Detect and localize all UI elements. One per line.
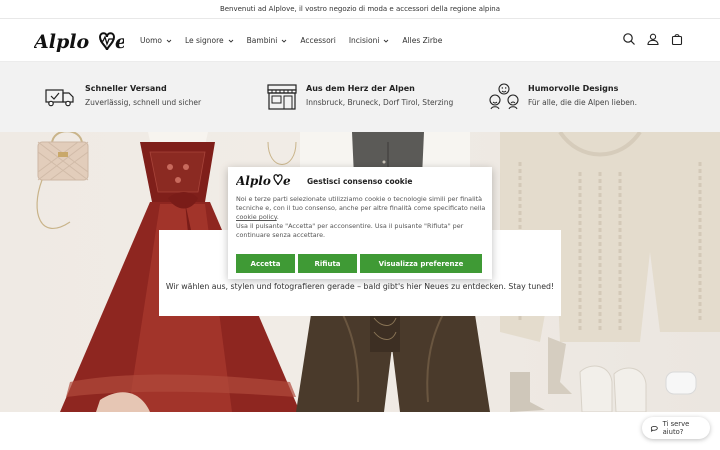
svg-text:Alplo: Alplo — [34, 31, 89, 53]
nav-item-label: Alles Zirbe — [402, 36, 443, 45]
cart-icon[interactable] — [670, 32, 684, 46]
nav-item-label: Accessori — [300, 36, 336, 45]
cookie-consent-dialog: Alplo e Gestisci consenso cookie Noi e t… — [228, 167, 492, 279]
svg-text:e: e — [115, 31, 124, 53]
feature-subtitle: Zuverlässig, schnell und sicher — [85, 98, 202, 107]
alplove-logo: Alplo e — [236, 174, 291, 188]
nav-item-label: Le signore — [184, 36, 224, 45]
cookie-policy-link[interactable]: cookie policy — [236, 213, 277, 221]
help-chat-button[interactable]: Ti serve aiuto? — [642, 417, 710, 439]
feature-title: Humorvolle Designs — [528, 84, 619, 93]
chevron-down-icon — [282, 39, 287, 43]
feature-title: Schneller Versand — [85, 84, 167, 93]
site-header: Alplo e Uomo Le signore Bambini Accessori In… — [0, 19, 720, 62]
nav-item-accessori[interactable]: Accessori — [300, 36, 335, 45]
help-label: Ti serve aiuto? — [662, 420, 690, 436]
cookie-dialog-title: Gestisci consenso cookie — [307, 177, 413, 186]
storefront-icon — [267, 84, 297, 110]
page-content-below — [0, 412, 720, 450]
chat-bubble-icon — [650, 425, 658, 432]
chevron-down-icon — [384, 39, 389, 43]
cookie-body-text: Usa il pulsante "Accetta" per acconsenti… — [236, 222, 464, 239]
hero-text: Wir wählen aus, stylen und fotografieren… — [165, 282, 555, 291]
nav-item-bambini[interactable]: Bambini — [247, 36, 288, 45]
cookie-body-text: Noi e terze parti selezionate utilizziam… — [236, 195, 486, 212]
header-actions — [622, 32, 684, 46]
announcement-bar: Benvenuti ad Alplove, il vostro negozio … — [0, 0, 720, 19]
svg-text:Alplo: Alplo — [236, 174, 271, 188]
nav-item-uomo[interactable]: Uomo — [140, 36, 172, 45]
nav-item-label: Incisioni — [348, 36, 380, 45]
search-icon[interactable] — [622, 32, 636, 46]
cookie-body-text: . — [276, 213, 279, 221]
accept-button[interactable]: Accetta — [236, 254, 295, 273]
svg-text:e: e — [283, 174, 291, 188]
view-preferences-button[interactable]: Visualizza preferenze — [360, 254, 482, 273]
chevron-down-icon — [166, 39, 172, 43]
chevron-down-icon — [228, 39, 233, 43]
feature-strip: Schneller Versand Zuverlässig, schnell u… — [0, 62, 720, 132]
nav-item-alles-zirbe[interactable]: Alles Zirbe — [402, 36, 442, 45]
delivery-truck-icon — [45, 89, 74, 107]
nav-item-le-signore[interactable]: Le signore — [185, 36, 234, 45]
feature-subtitle: Für alle, die die Alpen lieben. — [528, 98, 637, 107]
cookie-dialog-body: Noi e terze parti selezionate utilizziam… — [236, 195, 486, 240]
nav-item-label: Uomo — [140, 36, 162, 45]
reject-button[interactable]: Rifiuta — [298, 254, 357, 273]
feature-subtitle: Innsbruck, Bruneck, Dorf Tirol, Sterzing — [306, 98, 454, 107]
account-icon[interactable] — [646, 32, 660, 46]
main-navigation: Uomo Le signore Bambini Accessori Incisioni A… — [140, 19, 455, 62]
nav-item-label: Bambini — [246, 36, 278, 45]
faces-icon — [489, 83, 519, 110]
alplove-logo[interactable]: Alplo e — [34, 27, 124, 55]
feature-title: Aus dem Herz der Alpen — [306, 84, 415, 93]
nav-item-incisioni[interactable]: Incisioni — [349, 36, 390, 45]
